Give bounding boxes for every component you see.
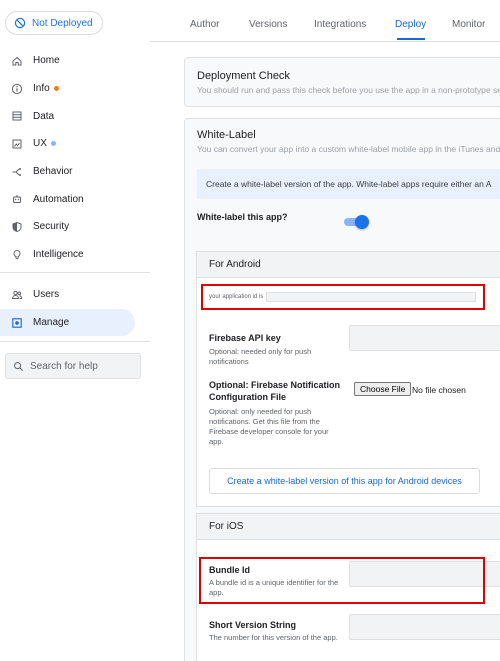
tab-deploy[interactable]: Deploy [395, 19, 426, 30]
white-label-toggle-label: White-label this app? [197, 212, 288, 222]
white-label-title: White-Label [197, 129, 256, 141]
banner-text: Create a white-label version of the app.… [206, 179, 492, 189]
sidebar-item-label: Behavior [33, 166, 73, 178]
behavior-icon [11, 166, 23, 178]
firebase-config-label: Optional: Firebase Notification Configur… [209, 380, 341, 402]
android-section: For Android your application id is Fireb… [196, 251, 500, 507]
sidebar: Not Deployed Home Info Data UX Behavior … [0, 0, 150, 661]
tab-integrations[interactable]: Integrations [314, 19, 366, 30]
firebase-api-key-label: Firebase API key [209, 333, 281, 343]
white-label-toggle[interactable] [344, 215, 369, 229]
short-version-input[interactable] [349, 614, 500, 640]
sidebar-nav-secondary: Users Manage [0, 281, 150, 337]
app-id-value [266, 292, 477, 302]
short-version-help: The number for this version of the app. [209, 633, 338, 642]
sidebar-divider [0, 341, 150, 342]
firebase-api-key-help: Optional: needed only for push notificat… [209, 347, 312, 366]
sidebar-item-label: UX [33, 138, 47, 150]
choose-file-button[interactable]: Choose File [354, 382, 412, 396]
white-label-info-banner: Create a white-label version of the app.… [197, 169, 500, 199]
app-id-label: your application id is [209, 294, 264, 300]
tab-versions[interactable]: Versions [249, 19, 287, 30]
ux-icon [11, 138, 23, 150]
file-status-text: No file chosen [412, 385, 466, 395]
android-app-id-row: your application id is [201, 284, 485, 310]
sidebar-item-label: Info [33, 83, 50, 95]
search-placeholder: Search for help [30, 360, 98, 372]
shield-icon [11, 221, 23, 233]
sidebar-item-label: Intelligence [33, 249, 84, 261]
sidebar-item-users[interactable]: Users [0, 281, 150, 309]
sidebar-item-ux[interactable]: UX [0, 130, 150, 158]
robot-icon [11, 193, 23, 205]
top-tabs: Author Versions Integrations Deploy Moni… [150, 0, 500, 42]
sidebar-item-manage[interactable]: Manage [0, 308, 135, 337]
database-icon [11, 110, 23, 122]
active-tab-indicator [397, 38, 425, 40]
firebase-api-key-input[interactable] [349, 325, 500, 351]
deployment-check-title: Deployment Check [197, 70, 290, 82]
create-android-white-label-button[interactable]: Create a white-label version of this app… [209, 468, 480, 494]
android-heading: For Android [197, 252, 500, 278]
users-icon [11, 289, 23, 301]
manage-icon [11, 317, 23, 329]
sidebar-divider [0, 272, 150, 273]
deploy-status-chip[interactable]: Not Deployed [5, 11, 103, 35]
sidebar-nav: Home Info Data UX Behavior Automation Se… [0, 47, 150, 269]
help-search-input[interactable]: Search for help [5, 353, 141, 379]
firebase-config-help: Optional: only needed for push notificat… [209, 407, 329, 446]
sidebar-item-security[interactable]: Security [0, 213, 150, 241]
sidebar-item-home[interactable]: Home [0, 47, 150, 75]
sidebar-item-automation[interactable]: Automation [0, 185, 150, 213]
sidebar-item-data[interactable]: Data [0, 102, 150, 130]
sidebar-item-label: Manage [33, 317, 70, 329]
toggle-thumb [355, 215, 369, 229]
ux-status-dot [50, 141, 56, 147]
sidebar-item-info[interactable]: Info [0, 75, 150, 103]
deployment-check-card[interactable]: Deployment Check You should run and pass… [184, 57, 500, 107]
home-icon [11, 55, 23, 67]
sidebar-item-intelligence[interactable]: Intelligence [0, 241, 150, 269]
sidebar-item-label: Home [33, 55, 60, 67]
short-version-label: Short Version String [209, 620, 297, 630]
bundle-id-highlight-box [199, 557, 485, 604]
lightbulb-icon [11, 249, 23, 261]
tab-monitor[interactable]: Monitor [452, 19, 485, 30]
white-label-subtitle: You can convert your app into a custom w… [197, 144, 500, 154]
sidebar-item-label: Automation [33, 193, 84, 205]
not-deployed-icon [14, 17, 26, 29]
info-icon [11, 83, 23, 95]
ios-heading: For iOS [197, 514, 500, 540]
sidebar-item-behavior[interactable]: Behavior [0, 158, 150, 186]
sidebar-item-label: Data [33, 110, 55, 122]
tab-author[interactable]: Author [190, 19, 219, 30]
info-status-dot [53, 86, 59, 92]
deploy-status-label: Not Deployed [32, 17, 93, 29]
search-icon [14, 361, 24, 371]
sidebar-item-label: Users [33, 289, 60, 301]
deployment-check-subtitle: You should run and pass this check befor… [197, 85, 500, 95]
sidebar-item-label: Security [33, 221, 70, 233]
